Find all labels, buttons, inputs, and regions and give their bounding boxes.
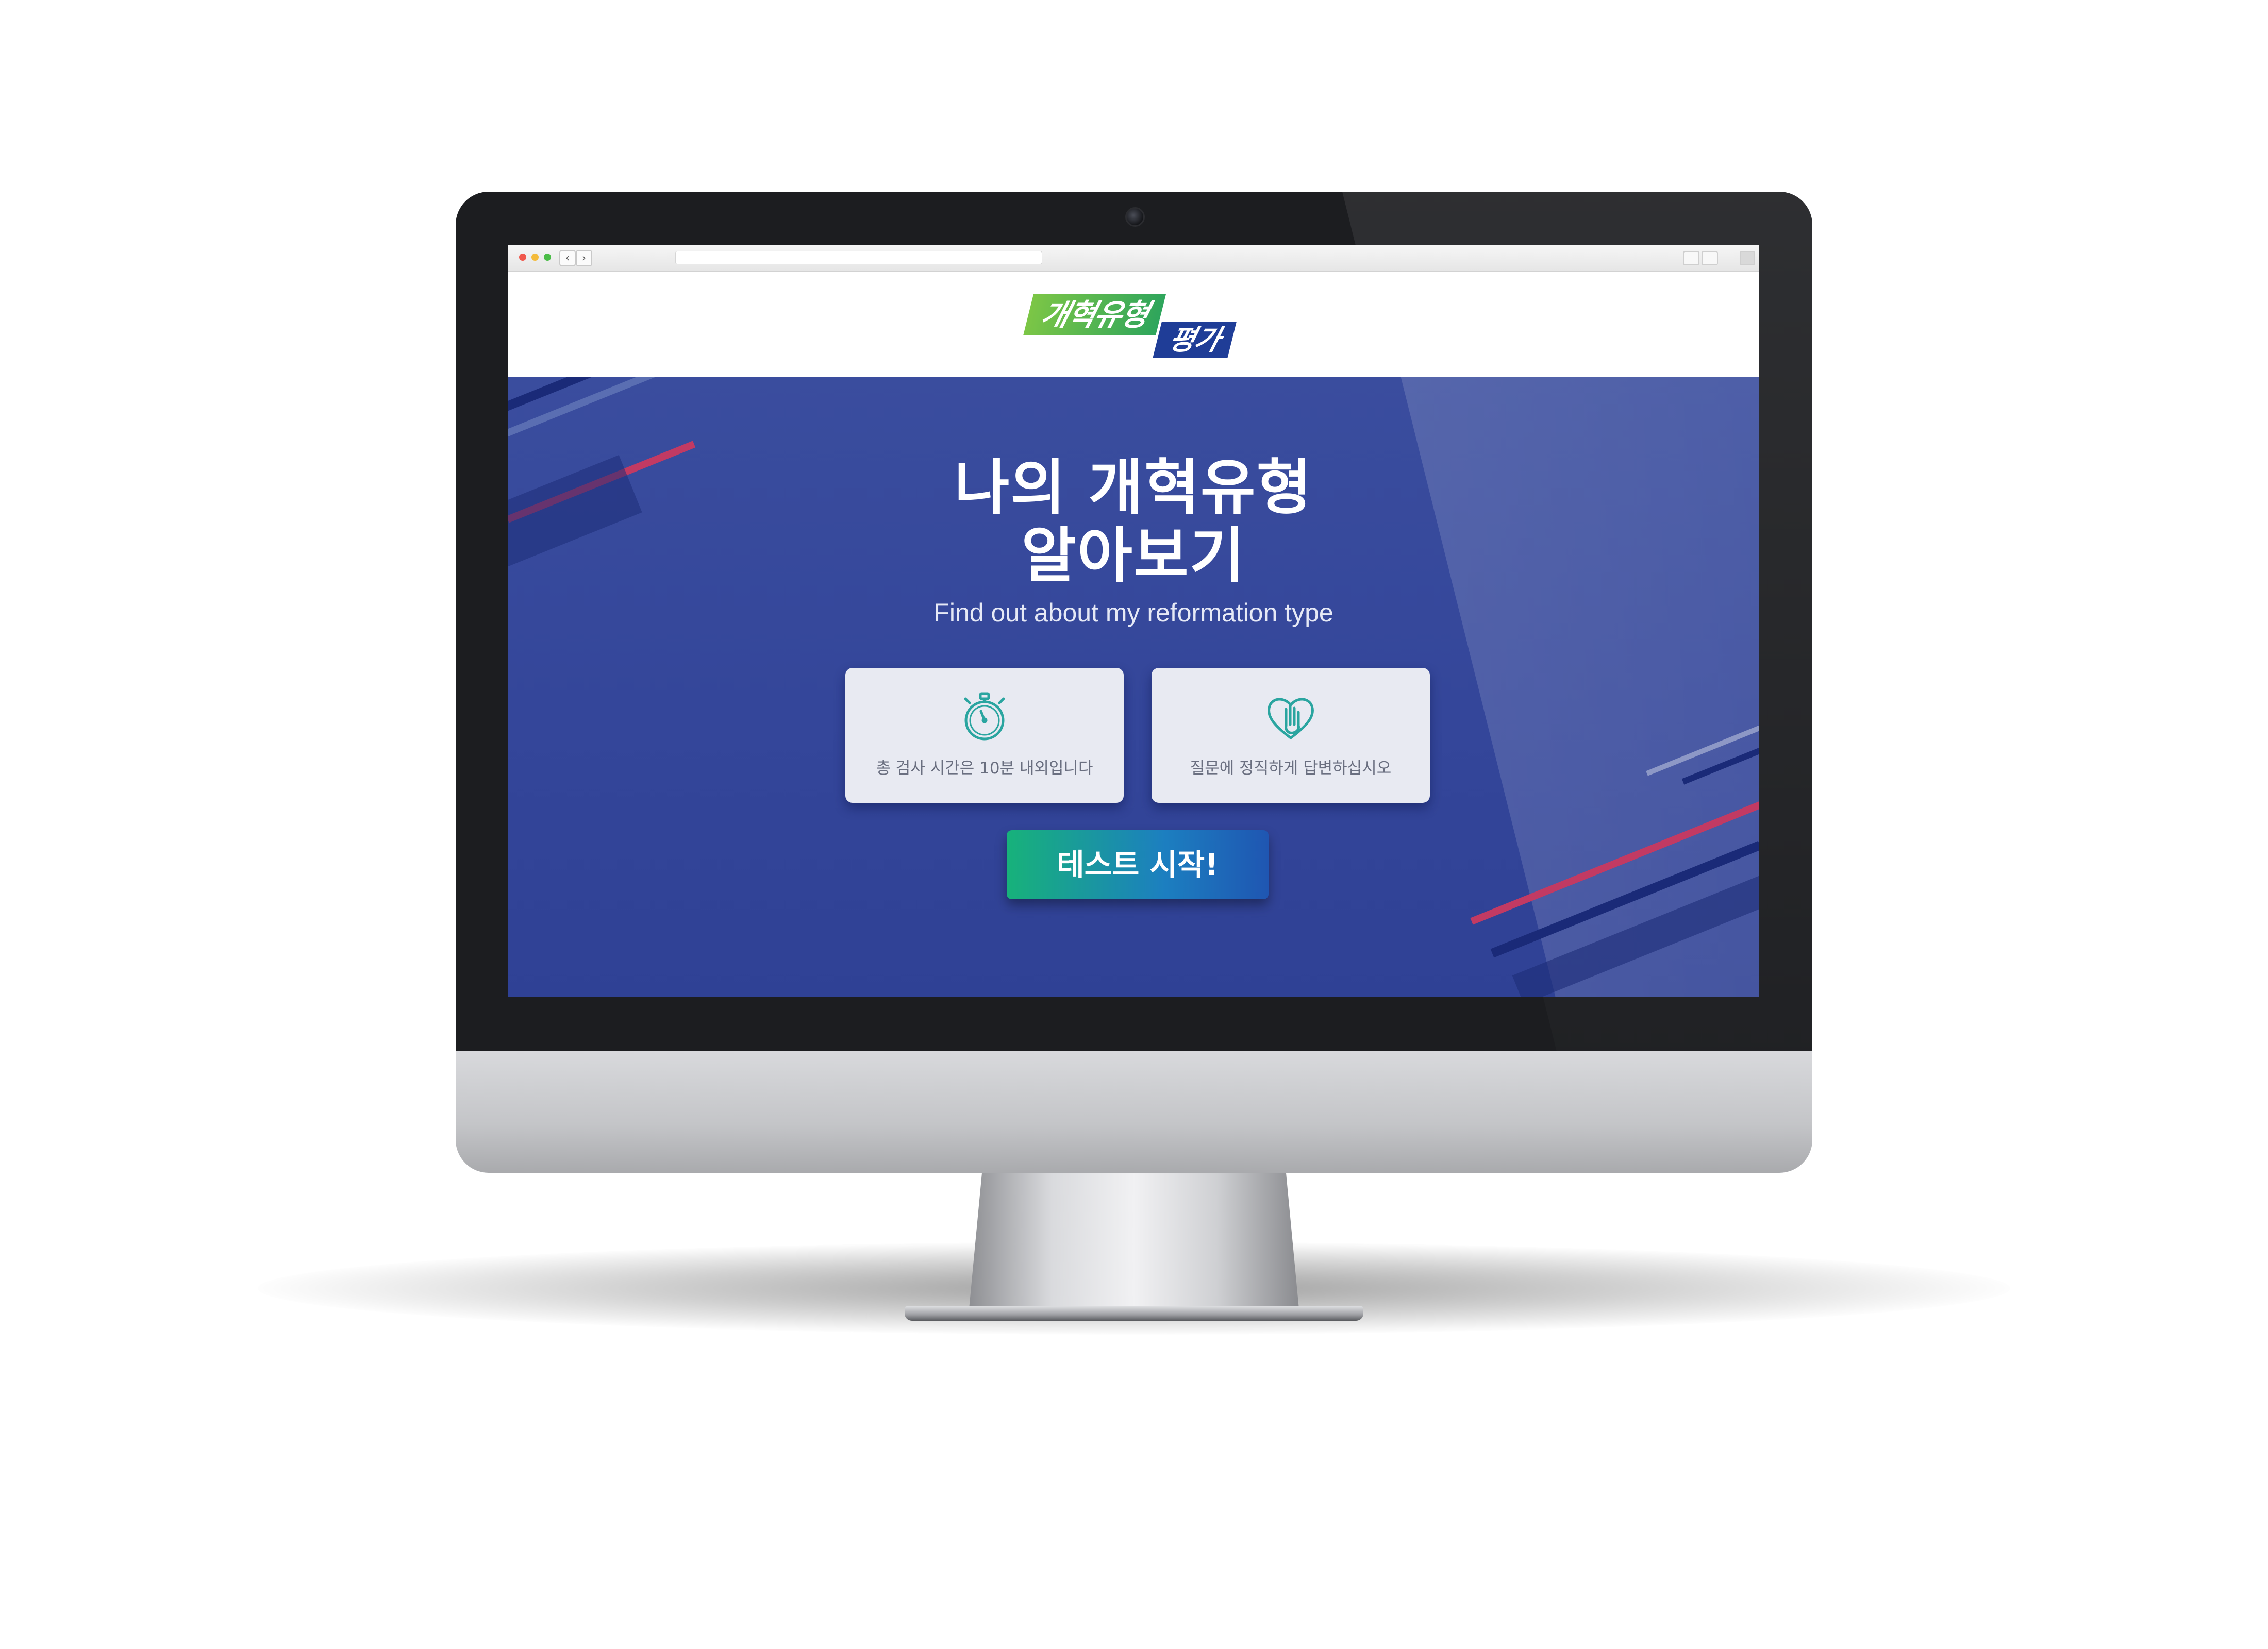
share-icon[interactable] [1683, 251, 1699, 265]
start-test-button[interactable]: 테스트 시작! [1007, 830, 1269, 899]
browser-toolbar: ‹ › [508, 245, 1759, 272]
page-title-line2: 알아보기 [1021, 521, 1246, 591]
browser-back-button[interactable]: ‹ [559, 250, 576, 266]
site-logo[interactable]: 개혁유형 평가 [1023, 292, 1260, 359]
monitor-stand [969, 1170, 1299, 1309]
decor-stripe [508, 377, 709, 441]
window-maximize-button[interactable] [544, 254, 551, 261]
info-card-honesty-text: 질문에 정직하게 답변하십시오 [1190, 759, 1392, 778]
stopwatch-icon [964, 692, 1005, 741]
monitor-screen: ‹ › 개혁유형 평가 나의 개혁유형 알아보기 Find out about … [508, 245, 1759, 997]
info-card-time: 총 검사 시간은 10분 내외입니다 [845, 668, 1124, 803]
mockup-stage: ‹ › 개혁유형 평가 나의 개혁유형 알아보기 Find out about … [0, 0, 2268, 1649]
heart-hand-icon [1268, 698, 1314, 739]
info-card-time-text: 총 검사 시간은 10분 내외입니다 [876, 759, 1093, 778]
window-close-button[interactable] [519, 254, 526, 261]
logo-text-sub: 평가 [1153, 322, 1237, 358]
tabs-icon[interactable] [1702, 251, 1718, 265]
browser-forward-button[interactable]: › [576, 250, 592, 266]
logo-text-main: 개혁유형 [1023, 294, 1166, 335]
page-subtitle: Find out about my reformation type [933, 598, 1333, 627]
address-bar[interactable] [675, 251, 1042, 264]
monitor-stand-base [905, 1306, 1363, 1321]
new-tab-button[interactable] [1740, 251, 1755, 265]
monitor-chin [456, 1051, 1812, 1173]
hero-section: 나의 개혁유형 알아보기 Find out about my reformati… [508, 377, 1759, 997]
page-title-line1: 나의 개혁유형 [954, 453, 1313, 523]
site-header: 개혁유형 평가 [508, 272, 1759, 377]
webcam-icon [1125, 207, 1145, 227]
page-title: 나의 개혁유형 알아보기 [508, 454, 1759, 590]
decor-stripe [508, 377, 724, 417]
window-minimize-button[interactable] [531, 254, 539, 261]
info-card-honesty: 질문에 정직하게 답변하십시오 [1152, 668, 1430, 803]
